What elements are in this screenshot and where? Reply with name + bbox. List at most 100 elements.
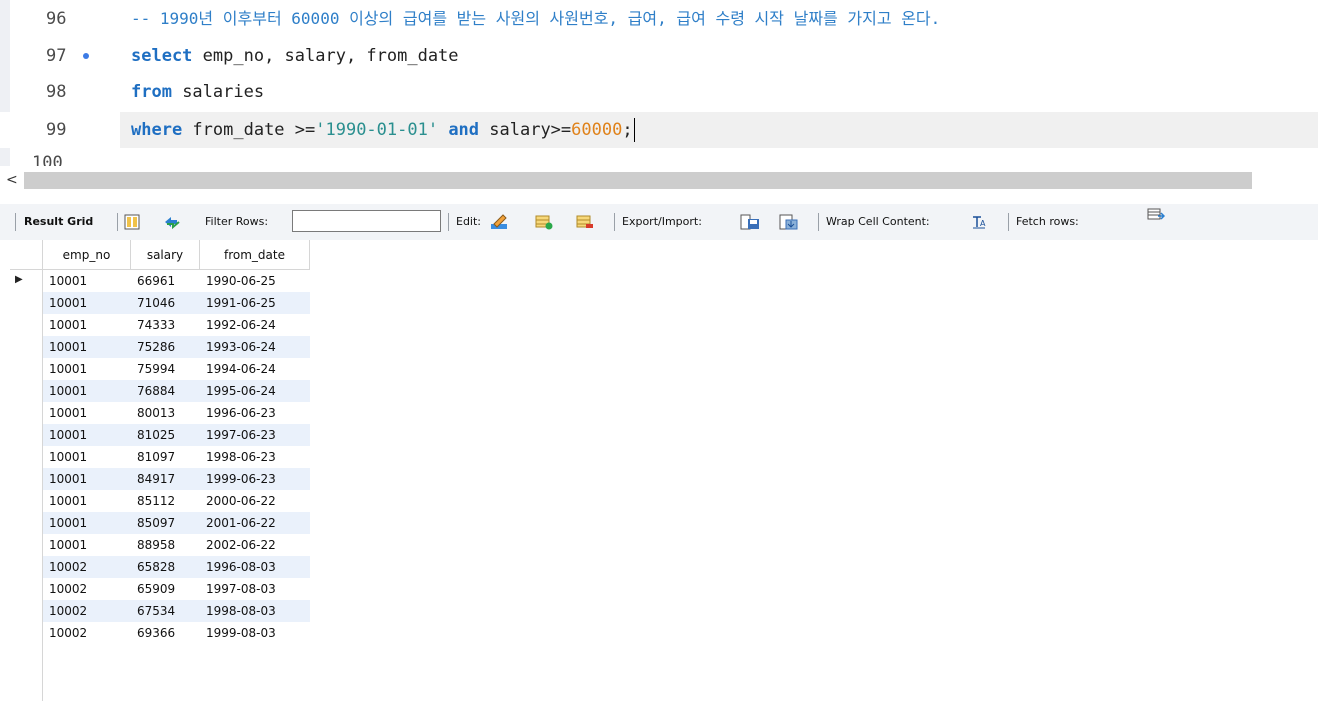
scroll-left-icon[interactable]: < <box>6 170 18 191</box>
cell-emp-no[interactable]: 10001 <box>43 358 131 380</box>
cell-salary[interactable]: 71046 <box>131 292 200 314</box>
cell-salary[interactable]: 85112 <box>131 490 200 512</box>
table-row[interactable]: 10002 65909 1997-08-03 <box>10 578 310 600</box>
cell-emp-no[interactable]: 10001 <box>43 402 131 424</box>
cell-from-date[interactable]: 1996-08-03 <box>200 556 310 578</box>
code-line-99[interactable]: 99 where from_date >='1990-01-01' and sa… <box>0 112 1318 148</box>
cell-emp-no[interactable]: 10001 <box>43 270 131 292</box>
cell-salary[interactable]: 65909 <box>131 578 200 600</box>
result-grid[interactable]: emp_no salary from_date ▶ 10001 66961 1990-… <box>10 240 310 701</box>
export-icon[interactable] <box>740 214 759 230</box>
cell-salary[interactable]: 81025 <box>131 424 200 446</box>
cell-salary[interactable]: 81097 <box>131 446 200 468</box>
filter-rows-label: Filter Rows: <box>205 215 269 228</box>
cell-from-date[interactable]: 1997-06-23 <box>200 424 310 446</box>
cell-from-date[interactable]: 1994-06-24 <box>200 358 310 380</box>
cell-from-date[interactable]: 1999-08-03 <box>200 622 310 644</box>
cell-from-date[interactable]: 2001-06-22 <box>200 512 310 534</box>
sql-comment: -- 1990년 이후부터 60000 이상의 급여를 받는 사원의 사원번호,… <box>131 9 941 28</box>
refresh-icon[interactable] <box>163 214 180 230</box>
cell-from-date[interactable]: 1992-06-24 <box>200 314 310 336</box>
table-row[interactable]: 10002 69366 1999-08-03 <box>10 622 310 644</box>
cell-from-date[interactable]: 1991-06-25 <box>200 292 310 314</box>
cell-emp-no[interactable]: 10001 <box>43 424 131 446</box>
table-row[interactable]: 10001 75286 1993-06-24 <box>10 336 310 358</box>
cell-from-date[interactable]: 1999-06-23 <box>200 468 310 490</box>
cell-salary[interactable]: 76884 <box>131 380 200 402</box>
add-row-icon[interactable] <box>535 214 553 230</box>
cell-salary[interactable]: 75286 <box>131 336 200 358</box>
cell-salary[interactable]: 74333 <box>131 314 200 336</box>
editor-horizontal-scrollbar[interactable]: < <box>0 170 1318 191</box>
wrap-text-icon[interactable]: A <box>971 214 987 230</box>
result-grid-button[interactable]: Result Grid <box>24 204 93 240</box>
cell-from-date[interactable]: 2002-06-22 <box>200 534 310 556</box>
cell-emp-no[interactable]: 10001 <box>43 380 131 402</box>
cell-from-date[interactable]: 1993-06-24 <box>200 336 310 358</box>
table-row[interactable]: 10001 88958 2002-06-22 <box>10 534 310 556</box>
cell-emp-no[interactable]: 10001 <box>43 468 131 490</box>
column-header-emp-no[interactable]: emp_no <box>43 240 131 270</box>
table-row[interactable]: 10002 65828 1996-08-03 <box>10 556 310 578</box>
edit-pencil-icon[interactable] <box>490 214 507 230</box>
table-row[interactable]: 10001 84917 1999-06-23 <box>10 468 310 490</box>
table-row[interactable]: 10002 67534 1998-08-03 <box>10 600 310 622</box>
cell-salary[interactable]: 75994 <box>131 358 200 380</box>
code-line-97[interactable]: 97 select emp_no, salary, from_date <box>0 38 1318 74</box>
cell-from-date[interactable]: 1990-06-25 <box>200 270 310 292</box>
table-row[interactable]: 10001 81025 1997-06-23 <box>10 424 310 446</box>
cell-salary[interactable]: 88958 <box>131 534 200 556</box>
cell-emp-no[interactable]: 10001 <box>43 336 131 358</box>
delete-row-icon[interactable] <box>576 214 593 230</box>
cell-emp-no[interactable]: 10001 <box>43 490 131 512</box>
cell-from-date[interactable]: 1997-08-03 <box>200 578 310 600</box>
cell-salary[interactable]: 65828 <box>131 556 200 578</box>
column-header-from-date[interactable]: from_date <box>200 240 310 270</box>
form-view-icon[interactable] <box>124 214 140 230</box>
table-row[interactable]: 10001 71046 1991-06-25 <box>10 292 310 314</box>
table-row[interactable]: 10001 85112 2000-06-22 <box>10 490 310 512</box>
cell-emp-no[interactable]: 10002 <box>43 556 131 578</box>
cell-salary[interactable]: 85097 <box>131 512 200 534</box>
table-row[interactable]: 10001 85097 2001-06-22 <box>10 512 310 534</box>
fetch-next-rows-icon[interactable] <box>1147 207 1166 223</box>
cell-emp-no[interactable]: 10002 <box>43 578 131 600</box>
filter-rows-input[interactable] <box>292 210 441 232</box>
cell-emp-no[interactable]: 10001 <box>43 292 131 314</box>
code-line-96[interactable]: 96 -- 1990년 이후부터 60000 이상의 급여를 받는 사원의 사원… <box>0 1 1318 37</box>
scrollbar-thumb[interactable] <box>24 172 1252 189</box>
cell-salary[interactable]: 67534 <box>131 600 200 622</box>
line-number: 98 <box>46 82 67 102</box>
code-line-98[interactable]: 98 from salaries <box>0 74 1318 110</box>
column-header-salary[interactable]: salary <box>131 240 200 270</box>
cell-salary[interactable]: 84917 <box>131 468 200 490</box>
cell-from-date[interactable]: 1996-06-23 <box>200 402 310 424</box>
table-row[interactable]: ▶ 10001 66961 1990-06-25 <box>10 270 310 292</box>
import-icon[interactable] <box>779 214 798 230</box>
toolbar-separator <box>15 213 16 231</box>
cell-from-date[interactable]: 2000-06-22 <box>200 490 310 512</box>
cell-emp-no[interactable]: 10001 <box>43 314 131 336</box>
cell-emp-no[interactable]: 10002 <box>43 600 131 622</box>
cell-emp-no[interactable]: 10001 <box>43 534 131 556</box>
cell-salary[interactable]: 69366 <box>131 622 200 644</box>
table-row[interactable]: 10001 81097 1998-06-23 <box>10 446 310 468</box>
cell-from-date[interactable]: 1998-08-03 <box>200 600 310 622</box>
table-row[interactable]: 10001 75994 1994-06-24 <box>10 358 310 380</box>
cell-emp-no[interactable]: 10002 <box>43 622 131 644</box>
code-text: select emp_no, salary, from_date <box>131 38 459 74</box>
code-text: -- 1990년 이후부터 60000 이상의 급여를 받는 사원의 사원번호,… <box>131 1 940 37</box>
cell-salary[interactable]: 80013 <box>131 402 200 424</box>
cell-emp-no[interactable]: 10001 <box>43 512 131 534</box>
cell-salary[interactable]: 66961 <box>131 270 200 292</box>
table-row[interactable]: 10001 74333 1992-06-24 <box>10 314 310 336</box>
sql-editor[interactable]: 96 -- 1990년 이후부터 60000 이상의 급여를 받는 사원의 사원… <box>0 0 1318 166</box>
cell-emp-no[interactable]: 10001 <box>43 446 131 468</box>
line-number: 96 <box>46 9 67 29</box>
sql-keyword: from <box>131 82 172 102</box>
table-row[interactable]: 10001 80013 1996-06-23 <box>10 402 310 424</box>
sql-text: emp_no, salary, from_date <box>192 46 459 66</box>
cell-from-date[interactable]: 1998-06-23 <box>200 446 310 468</box>
table-row[interactable]: 10001 76884 1995-06-24 <box>10 380 310 402</box>
cell-from-date[interactable]: 1995-06-24 <box>200 380 310 402</box>
